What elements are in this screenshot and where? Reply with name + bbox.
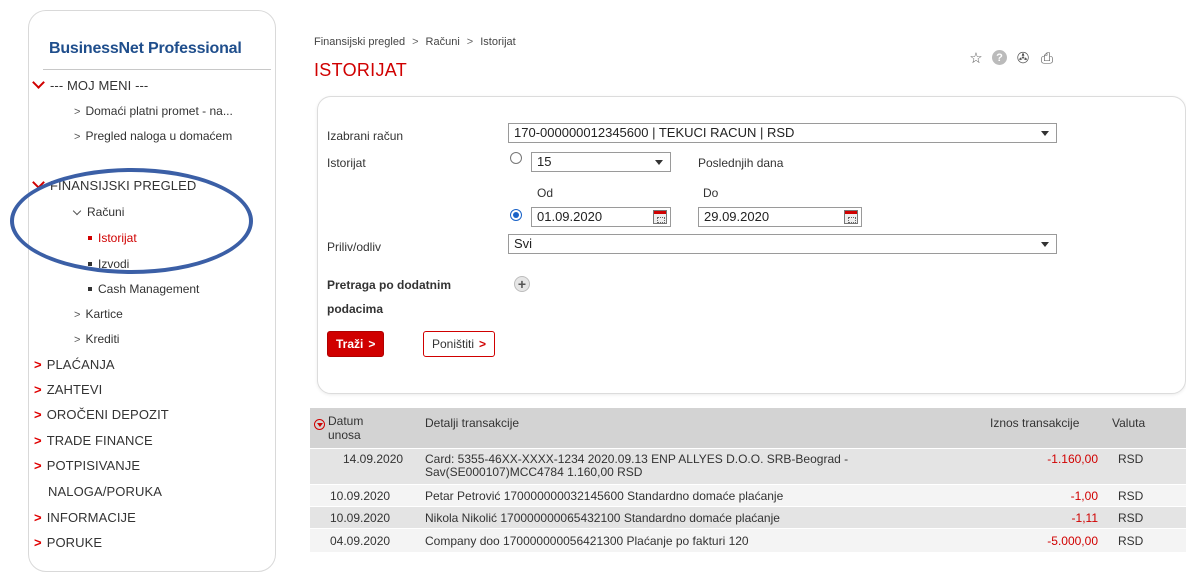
plus-icon[interactable]: + bbox=[514, 276, 530, 292]
arrow-right-icon: > bbox=[368, 337, 376, 351]
table-header: Datum unosa Detalji transakcije Iznos tr… bbox=[310, 408, 1186, 448]
history-label: Istorijat bbox=[327, 156, 366, 170]
cell-date: 10.09.2020 bbox=[330, 489, 391, 503]
days-suffix-label: Poslednjih dana bbox=[698, 156, 784, 170]
chevron-right-icon: > bbox=[34, 382, 42, 397]
column-details[interactable]: Detalji transakcije bbox=[425, 416, 519, 430]
arrow-right-icon: > bbox=[479, 337, 487, 351]
menu-item-cards[interactable]: > Kartice bbox=[74, 307, 123, 321]
cell-details: Card: 5355-46XX-XXXX-1234 2020.09.13 ENP… bbox=[425, 452, 849, 466]
chevron-right-icon: > bbox=[34, 407, 42, 422]
cell-date: 04.09.2020 bbox=[330, 534, 391, 548]
cell-currency: RSD bbox=[1118, 534, 1144, 548]
menu-my-menu[interactable]: --- MOJ MENI --- bbox=[32, 76, 148, 93]
dropdown-arrow-icon bbox=[1041, 242, 1049, 247]
cell-amount: -1,11 bbox=[1071, 511, 1098, 525]
column-currency[interactable]: Valuta bbox=[1112, 416, 1145, 430]
cell-details-line2: Sav(SE000107)MCC4784 1.160,00 RSD bbox=[425, 465, 643, 479]
chevron-right-icon: > bbox=[74, 309, 81, 321]
table-row[interactable]: 04.09.2020 Company doo 17000000005642130… bbox=[310, 528, 1186, 552]
to-date-input[interactable]: 29.09.2020 bbox=[698, 207, 862, 227]
breadcrumb-item[interactable]: Finansijski pregled bbox=[314, 36, 405, 48]
menu-signing-line2[interactable]: NALOGA/PORUKA bbox=[48, 484, 162, 499]
from-date-input[interactable]: 01.09.2020 bbox=[531, 207, 671, 227]
reset-button[interactable]: Poništiti > bbox=[423, 331, 496, 357]
brand-title: BusinessNet Professional bbox=[49, 40, 242, 57]
search-button[interactable]: Traži > bbox=[327, 331, 385, 357]
table-row[interactable]: 14.09.2020 Card: 5355-46XX-XXXX-1234 202… bbox=[310, 448, 1186, 484]
print-icon[interactable]: ⎙ bbox=[1039, 50, 1055, 67]
column-date-line2: unosa bbox=[328, 428, 361, 442]
cell-currency: RSD bbox=[1118, 511, 1144, 525]
menu-item-cash-management[interactable]: Cash Management bbox=[88, 282, 199, 296]
column-amount[interactable]: Iznos transakcije bbox=[990, 416, 1079, 430]
account-label: Izabrani račun bbox=[327, 129, 404, 143]
cell-currency: RSD bbox=[1118, 452, 1144, 466]
chevron-right-icon: > bbox=[34, 357, 42, 372]
menu-information[interactable]: > INFORMACIJE bbox=[34, 510, 136, 525]
fax-icon[interactable]: ✇ bbox=[1015, 50, 1031, 67]
menu-item-loans[interactable]: > Krediti bbox=[74, 332, 119, 346]
breadcrumb-item[interactable]: Računi bbox=[426, 36, 460, 48]
cell-amount: -5.000,00 bbox=[1047, 534, 1098, 548]
menu-item-domestic-payment[interactable]: > Domaći platni promet - na... bbox=[74, 104, 233, 118]
extra-search-label: Pretraga po dodatnim bbox=[327, 278, 452, 292]
breadcrumb-separator: > bbox=[412, 36, 419, 48]
radio-last-days[interactable] bbox=[510, 152, 522, 164]
chevron-right-icon: > bbox=[34, 458, 42, 473]
sort-desc-icon[interactable] bbox=[314, 419, 325, 430]
page-title: ISTORIJAT bbox=[314, 60, 408, 80]
cell-details: Petar Petrović 170000000032145600 Standa… bbox=[425, 489, 784, 503]
chevron-right-icon: > bbox=[34, 433, 42, 448]
bullet-icon bbox=[88, 286, 92, 291]
menu-messages[interactable]: > PORUKE bbox=[34, 535, 102, 550]
menu-payments[interactable]: > PLAĆANJA bbox=[34, 357, 115, 372]
chevron-right-icon: > bbox=[34, 510, 42, 525]
dropdown-arrow-icon bbox=[655, 160, 663, 165]
column-date[interactable]: Datum bbox=[328, 414, 363, 428]
chevron-down-icon bbox=[32, 76, 45, 89]
from-label: Od bbox=[537, 186, 554, 200]
table-row[interactable]: 10.09.2020 Nikola Nikolić 17000000006543… bbox=[310, 506, 1186, 528]
cell-date: 14.09.2020 bbox=[343, 452, 404, 466]
cell-currency: RSD bbox=[1118, 489, 1144, 503]
to-label: Do bbox=[703, 186, 719, 200]
chevron-right-icon: > bbox=[74, 106, 81, 118]
days-select[interactable]: 15 bbox=[531, 152, 671, 172]
cell-details: Nikola Nikolić 170000000065432100 Standa… bbox=[425, 511, 780, 525]
extra-search-label-line2: podacima bbox=[327, 302, 384, 316]
chevron-right-icon: > bbox=[74, 131, 81, 143]
flow-select[interactable]: Svi bbox=[508, 234, 1057, 254]
radio-date-range[interactable] bbox=[510, 209, 522, 221]
account-select[interactable]: 170-000000012345600 | TEKUCI RACUN | RSD bbox=[508, 123, 1057, 143]
table-row[interactable]: 10.09.2020 Petar Petrović 17000000003214… bbox=[310, 484, 1186, 506]
calendar-icon[interactable] bbox=[844, 210, 858, 224]
breadcrumb-separator: > bbox=[466, 36, 474, 48]
breadcrumb: Finansijski pregled > Računi > Istorijat bbox=[314, 36, 516, 48]
cell-amount: -1,00 bbox=[1070, 489, 1098, 503]
menu-signing[interactable]: > POTPISIVANJE bbox=[34, 458, 140, 473]
cell-amount: -1.160,00 bbox=[1047, 452, 1098, 466]
chevron-right-icon: > bbox=[34, 535, 42, 550]
menu-requests[interactable]: > ZAHTEVI bbox=[34, 382, 102, 397]
dropdown-arrow-icon bbox=[1041, 131, 1049, 136]
flow-label: Priliv/odliv bbox=[327, 240, 382, 254]
star-icon[interactable]: ☆ bbox=[968, 50, 984, 67]
cell-details: Company doo 170000000056421300 Plaćanje … bbox=[425, 534, 749, 548]
divider bbox=[43, 69, 271, 70]
help-icon[interactable]: ? bbox=[992, 50, 1007, 65]
menu-term-deposit[interactable]: > OROČENI DEPOZIT bbox=[34, 407, 169, 422]
highlight-annotation bbox=[10, 168, 253, 274]
breadcrumb-item: Istorijat bbox=[480, 36, 516, 48]
menu-trade-finance[interactable]: > TRADE FINANCE bbox=[34, 433, 153, 448]
menu-item-order-overview[interactable]: > Pregled naloga u domaćem bbox=[74, 129, 232, 143]
cell-date: 10.09.2020 bbox=[330, 511, 391, 525]
chevron-right-icon: > bbox=[74, 334, 81, 346]
calendar-icon[interactable] bbox=[653, 210, 667, 224]
toolbar: ☆ ? ✇ ⎙ bbox=[968, 50, 1055, 68]
